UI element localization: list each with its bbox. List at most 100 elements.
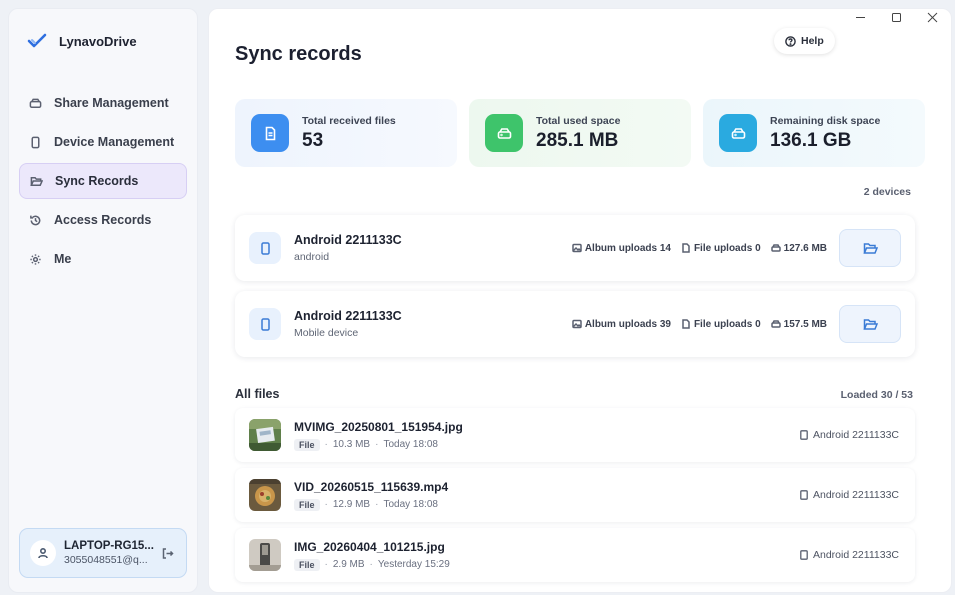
sidebar-item-label: Device Management [54, 135, 175, 149]
drive-icon [770, 320, 781, 328]
stat-card-used-space: Total used space 285.1 MB [469, 99, 691, 167]
phone-icon [260, 241, 270, 255]
file-meta: File · 2.9 MB · Yesterday 15:29 [294, 558, 800, 571]
file-type-badge: File [294, 558, 320, 571]
device-meta: Album uploads 39 File uploads 0 157.5 MB [572, 319, 827, 330]
file-type-badge: File [294, 498, 320, 511]
sidebar-item-me[interactable]: Me [19, 241, 187, 277]
phone-icon [800, 430, 808, 440]
file-info: IMG_20260404_101215.jpg File · 2.9 MB · … [294, 540, 800, 571]
stat-label: Remaining disk space [770, 114, 881, 127]
device-subtitle: Mobile device [294, 327, 359, 339]
separator: · [369, 559, 373, 570]
folder-open-icon [862, 318, 878, 330]
open-folder-button[interactable] [839, 305, 901, 343]
file-thumbnail [249, 539, 281, 571]
file-name: MVIMG_20250801_151954.jpg [294, 419, 463, 434]
file-thumbnail [249, 479, 281, 511]
file-type-badge: File [294, 438, 320, 451]
file-name: VID_20260515_115639.mp4 [294, 479, 449, 494]
file-device: Android 2211133C [800, 429, 899, 441]
maximize-icon[interactable] [879, 6, 913, 28]
close-icon[interactable] [915, 6, 949, 28]
sidebar-item-sync-records[interactable]: Sync Records [19, 163, 187, 199]
brand[interactable]: LynavoDrive [27, 31, 137, 51]
drive-icon [770, 244, 781, 252]
user-card[interactable]: LAPTOP-RG15... 3055048551@q... [19, 528, 187, 578]
device-name: Android 2211133C [294, 233, 402, 247]
separator: · [375, 499, 379, 510]
window-controls [843, 6, 949, 28]
stat-text: Total received files 53 [302, 115, 396, 152]
list-item[interactable]: VID_20260515_115639.mp4 File · 12.9 MB ·… [235, 468, 915, 522]
stat-card-total-files: Total received files 53 [235, 99, 457, 167]
page-title: Sync records [235, 43, 362, 65]
avatar [30, 540, 56, 566]
file-uploads-label: File uploads 0 [693, 318, 761, 330]
file-thumbnail [249, 419, 281, 451]
list-item[interactable]: MVIMG_20250801_151954.jpg File · 10.3 MB… [235, 408, 915, 462]
device-info: Android 2211133C android [294, 233, 572, 263]
file-size: 2.9 MB [332, 559, 365, 570]
device-name: Android 2211133C [294, 309, 402, 323]
file-time: Yesterday 15:29 [377, 559, 450, 570]
device-icon-bg [249, 232, 281, 264]
list-item[interactable]: IMG_20260404_101215.jpg File · 2.9 MB · … [235, 528, 915, 582]
logout-button[interactable] [158, 544, 176, 562]
drive-icon [731, 127, 745, 139]
file-uploads-label: File uploads 0 [693, 242, 761, 254]
stats-row: Total received files 53 Total used space… [235, 99, 925, 167]
device-subtitle: android [294, 251, 330, 263]
phone-icon [800, 550, 808, 560]
stat-icon-bg [485, 114, 523, 152]
file-info: MVIMG_20250801_151954.jpg File · 10.3 MB… [294, 420, 800, 451]
user-email: 3055048551@q... [64, 554, 148, 566]
device-size-label: 157.5 MB [783, 318, 827, 330]
device-meta: Album uploads 14 File uploads 0 127.6 MB [572, 243, 827, 254]
sidebar-item-device-management[interactable]: Device Management [19, 124, 187, 160]
history-icon [30, 215, 41, 225]
sidebar-item-label: Me [54, 252, 72, 266]
user-info: LAPTOP-RG15... 3055048551@q... [64, 540, 158, 566]
main-panel: Sync records Help Total received files 5… [208, 8, 952, 593]
stat-value: 136.1 GB [770, 129, 852, 151]
separator: · [324, 499, 328, 510]
help-button[interactable]: Help [774, 28, 835, 54]
sidebar-item-access-records[interactable]: Access Records [19, 202, 187, 238]
user-icon [38, 547, 48, 559]
sidebar-nav: Share Management Device Management Sync … [19, 85, 187, 280]
album-uploads-label: Album uploads 39 [584, 318, 671, 330]
help-label: Help [801, 35, 824, 47]
gear-icon [30, 253, 41, 265]
file-meta: File · 12.9 MB · Today 18:08 [294, 498, 800, 511]
drive-icon [29, 98, 42, 108]
file-device-label: Android 2211133C [812, 429, 899, 441]
open-folder-button[interactable] [839, 229, 901, 267]
sidebar-item-label: Sync Records [55, 174, 139, 188]
separator: · [375, 439, 379, 450]
device-size-label: 127.6 MB [783, 242, 827, 254]
device-card[interactable]: Android 2211133C Mobile device Album upl… [235, 291, 915, 357]
device-info: Android 2211133C Mobile device [294, 309, 572, 339]
stat-icon-bg [251, 114, 289, 152]
stat-icon-bg [719, 114, 757, 152]
file-device-label: Android 2211133C [812, 549, 899, 561]
folder-open-icon [862, 242, 878, 254]
file-icon [265, 126, 275, 140]
phone-icon [800, 490, 808, 500]
file-name: IMG_20260404_101215.jpg [294, 539, 445, 554]
file-time: Today 18:08 [383, 439, 438, 450]
minimize-icon[interactable] [843, 6, 877, 28]
device-card[interactable]: Android 2211133C android Album uploads 1… [235, 215, 915, 281]
album-uploads: Album uploads 14 [572, 243, 671, 254]
sidebar-item-label: Share Management [54, 96, 169, 110]
file-device: Android 2211133C [800, 489, 899, 501]
file-meta: File · 10.3 MB · Today 18:08 [294, 438, 800, 451]
file-device-label: Android 2211133C [812, 489, 899, 501]
file-info: VID_20260515_115639.mp4 File · 12.9 MB ·… [294, 480, 800, 511]
separator: · [324, 559, 328, 570]
sidebar-item-label: Access Records [54, 213, 152, 227]
loaded-count: Loaded 30 / 53 [840, 389, 913, 401]
sidebar-item-share-management[interactable]: Share Management [19, 85, 187, 121]
stat-text: Total used space 285.1 MB [536, 115, 620, 152]
